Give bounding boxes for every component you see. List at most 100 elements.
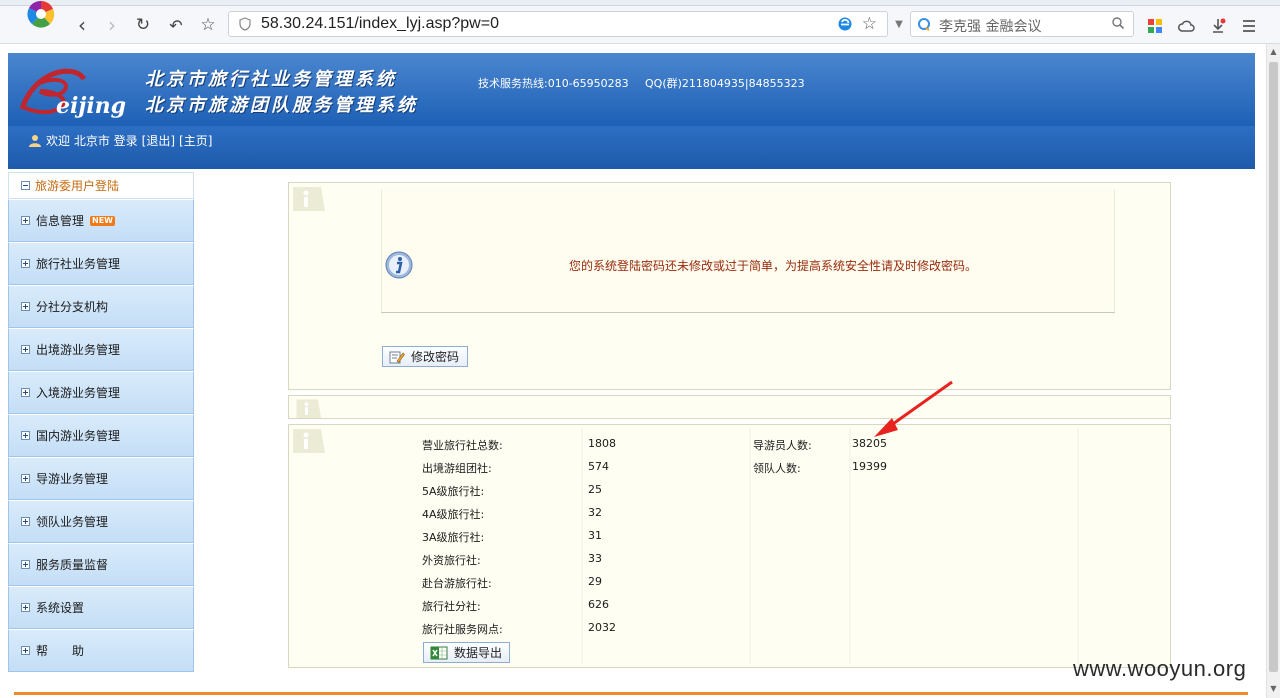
menu-icon[interactable] xyxy=(1240,17,1258,35)
sidebar-item-branches[interactable]: 分社分支机构 xyxy=(8,285,194,328)
stat-label: 营业旅行社总数: xyxy=(422,439,503,452)
shield-icon xyxy=(239,17,251,31)
sidebar-item-label: 分社分支机构 xyxy=(36,300,109,314)
statistics-panel: 营业旅行社总数: 1808 出境游组团社: 574 5A级旅行社: 25 4A级… xyxy=(288,424,1171,668)
scroll-up-icon[interactable]: ▲ xyxy=(1269,47,1278,56)
sidebar-item-label: 出境游业务管理 xyxy=(36,343,121,357)
search-icon[interactable] xyxy=(1111,16,1125,30)
logout-link[interactable]: [退出] xyxy=(142,132,175,149)
sidebar-item-info[interactable]: 信息管理 NEW xyxy=(8,199,194,242)
stat-value: 1808 xyxy=(588,437,616,450)
stat-label: 领队人数: xyxy=(753,462,801,475)
info-tab-icon xyxy=(296,399,322,418)
sidebar-item-domestic[interactable]: 国内游业务管理 xyxy=(8,414,194,457)
scroll-down-icon[interactable]: ▼ xyxy=(1269,684,1278,693)
stat-value: 32 xyxy=(588,506,602,519)
user-icon xyxy=(29,134,41,147)
stat-value: 2032 xyxy=(588,621,616,634)
chevron-down-icon[interactable]: ▼ xyxy=(890,11,908,37)
divider xyxy=(381,312,1115,313)
password-notice-panel: 您的系统登陆密码还未修改或过于简单，为提高系统安全性请及时修改密码。 修改密码 xyxy=(288,182,1171,390)
apps-grid-icon[interactable] xyxy=(1146,17,1164,35)
url-text[interactable]: 58.30.24.151/index_lyj.asp?pw=0 xyxy=(261,15,499,33)
search-placeholder: 李克强 金融会议 xyxy=(939,19,1042,35)
expand-icon xyxy=(21,345,30,354)
sidebar-head-label: 旅游委用户登陆 xyxy=(35,179,120,193)
stat-label: 出境游组团社: xyxy=(422,462,492,475)
sidebar: 旅游委用户登陆 信息管理 NEW 旅行社业务管理 分社分支机构 出境游业务管理 入… xyxy=(8,172,194,682)
stat-value: 25 xyxy=(588,483,602,496)
welcome-text: 欢迎 北京市 登录 xyxy=(46,134,138,148)
sidebar-item-guides[interactable]: 导游业务管理 xyxy=(8,457,194,500)
sidebar-item-outbound[interactable]: 出境游业务管理 xyxy=(8,328,194,371)
stat-label: 赴台游旅行社: xyxy=(422,577,492,590)
welcome-bar: 欢迎 北京市 登录 [退出] [主页] xyxy=(28,132,212,149)
back-icon[interactable]: ‹ xyxy=(70,13,94,37)
stat-value: 33 xyxy=(588,552,602,565)
stat-value: 38205 xyxy=(852,437,887,450)
forward-icon[interactable]: › xyxy=(100,13,124,37)
change-password-button[interactable]: 修改密码 xyxy=(382,346,468,367)
stat-label: 旅行社分社: xyxy=(422,600,481,613)
stat-label: 4A级旅行社: xyxy=(422,508,485,521)
stat-value: 19399 xyxy=(852,460,887,473)
sidebar-item-tour-leaders[interactable]: 领队业务管理 xyxy=(8,500,194,543)
sidebar-item-agency-business[interactable]: 旅行社业务管理 xyxy=(8,242,194,285)
footer-line xyxy=(14,692,1248,695)
hotline-text: 技术服务热线:010-65950283 xyxy=(478,77,629,90)
sidebar-item-label: 帮 助 xyxy=(36,644,85,658)
svg-text:eijing: eijing xyxy=(56,93,126,119)
sidebar-item-inbound[interactable]: 入境游业务管理 xyxy=(8,371,194,414)
sidebar-item-label: 入境游业务管理 xyxy=(36,386,121,400)
stat-label: 5A级旅行社: xyxy=(422,485,485,498)
stat-value: 574 xyxy=(588,460,609,473)
cloud-icon[interactable] xyxy=(1177,17,1195,35)
change-password-label: 修改密码 xyxy=(411,350,460,364)
scroll-thumb[interactable] xyxy=(1269,62,1278,672)
export-label: 数据导出 xyxy=(454,646,503,660)
address-bar[interactable]: 58.30.24.151/index_lyj.asp?pw=0 ☆ xyxy=(228,11,888,37)
search-engine-icon xyxy=(918,18,930,31)
favorite-star-icon[interactable]: ☆ xyxy=(862,14,877,34)
home-link[interactable]: [主页] xyxy=(179,132,212,149)
download-icon[interactable] xyxy=(1209,17,1227,35)
bookmark-star-icon[interactable]: ☆ xyxy=(196,14,220,36)
excel-icon xyxy=(430,646,448,659)
expand-icon xyxy=(21,517,30,526)
sidebar-item-label: 信息管理 xyxy=(36,214,85,228)
system-title-1: 北京市旅行社业务管理系统 xyxy=(145,69,397,90)
new-badge: NEW xyxy=(90,215,115,226)
watermark: www.wooyun.org xyxy=(1073,656,1247,681)
sidebar-item-label: 系统设置 xyxy=(36,601,85,615)
browser-toolbar: ‹ › ↻ ↶ ☆ 58.30.24.151/index_lyj.asp?pw=… xyxy=(0,6,1280,44)
expand-icon xyxy=(21,388,30,397)
search-box[interactable]: 李克强 金融会议 xyxy=(910,11,1134,37)
ie-compat-icon[interactable] xyxy=(837,16,853,32)
info-tab-icon xyxy=(293,429,325,453)
scrollbar[interactable]: ▲ ▼ xyxy=(1266,44,1280,698)
sidebar-item-label: 导游业务管理 xyxy=(36,472,109,486)
expand-icon xyxy=(21,474,30,483)
expand-icon xyxy=(21,302,30,311)
expand-icon xyxy=(21,603,30,612)
undo-icon[interactable]: ↶ xyxy=(164,14,188,36)
stat-label: 导游员人数: xyxy=(753,439,812,452)
sidebar-item-settings[interactable]: 系统设置 xyxy=(8,586,194,629)
sidebar-item-label: 服务质量监督 xyxy=(36,558,109,572)
reload-icon[interactable]: ↻ xyxy=(131,14,155,36)
stat-value: 29 xyxy=(588,575,602,588)
info-tab-icon xyxy=(293,187,325,211)
export-data-button[interactable]: 数据导出 xyxy=(423,642,510,663)
collapse-icon xyxy=(21,181,30,190)
beijing-logo: eijing xyxy=(19,68,126,119)
expand-icon xyxy=(21,431,30,440)
sidebar-head[interactable]: 旅游委用户登陆 xyxy=(8,172,194,199)
stat-label: 旅行社服务网点: xyxy=(422,623,503,636)
edit-icon xyxy=(389,351,405,363)
qq-group-text: QQ(群)211804935|84855323 xyxy=(645,77,805,90)
page-header: eijing 北京市旅行社业务管理系统 北京市旅游团队服务管理系统 技术服务热线… xyxy=(8,53,1255,169)
stat-value: 31 xyxy=(588,529,602,542)
sidebar-item-help[interactable]: 帮 助 xyxy=(8,629,194,672)
sidebar-item-quality[interactable]: 服务质量监督 xyxy=(8,543,194,586)
sidebar-item-label: 国内游业务管理 xyxy=(36,429,121,443)
